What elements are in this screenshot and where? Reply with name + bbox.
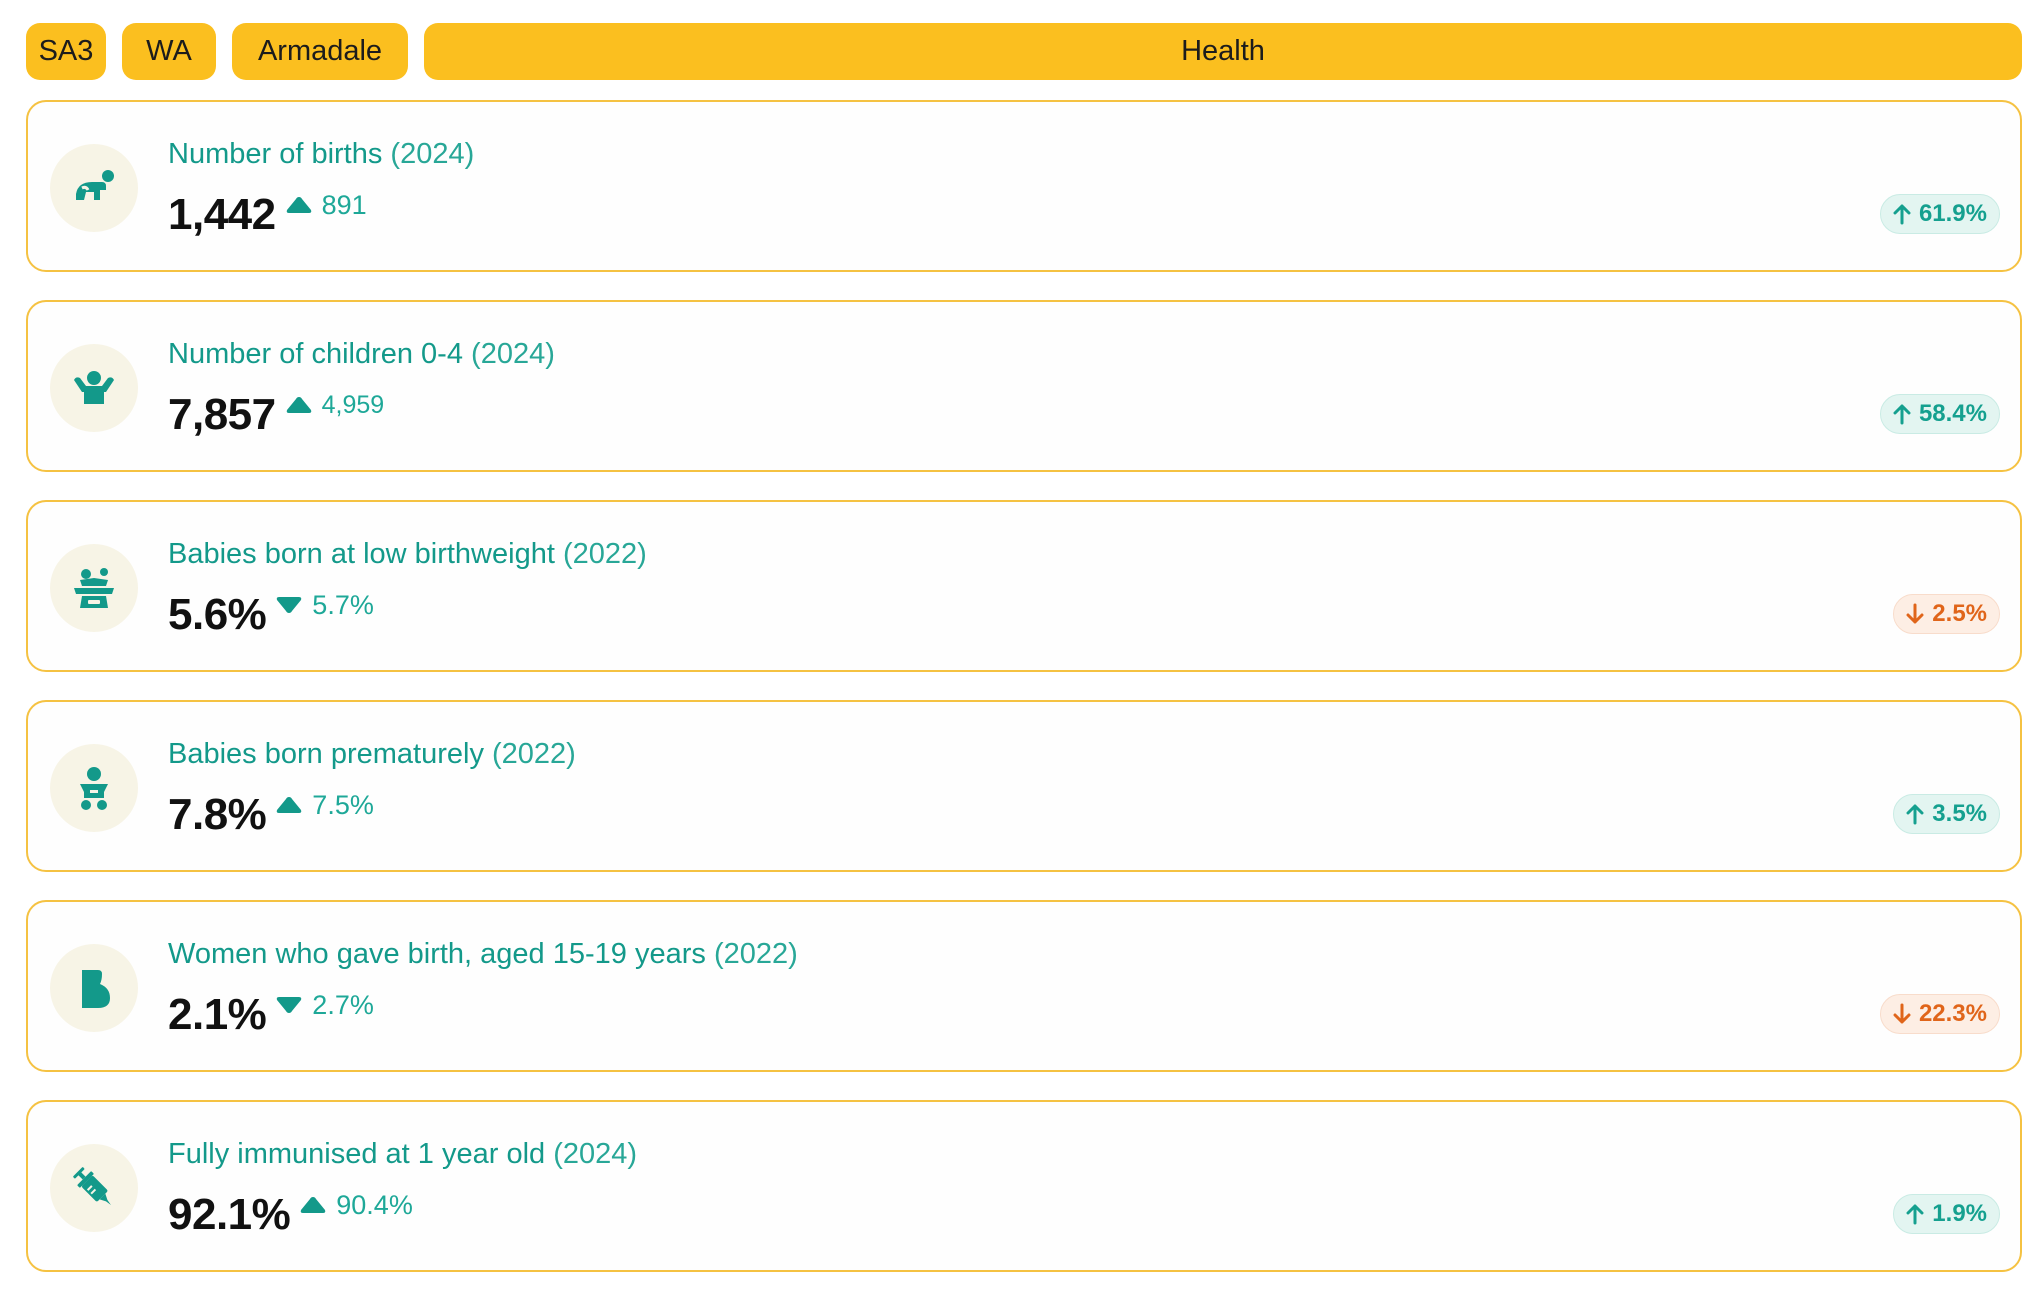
comparison-value: 7.5% [312, 789, 374, 820]
metric-title: Number of children 0-4 (2024) [168, 338, 555, 371]
arrow-up-icon [1906, 804, 1924, 825]
metric-value-row: 7.8% 7.5% [168, 790, 374, 840]
metric-label: Women who gave birth, aged 15-19 years [168, 938, 706, 970]
triangle-down-icon [277, 597, 302, 613]
metric-icon-circle [50, 344, 138, 432]
comparison-value: 5.7% [312, 589, 374, 620]
metric-icon-circle [50, 944, 138, 1032]
change-badge: 22.3% [1879, 994, 2000, 1034]
triangle-up-icon [277, 797, 302, 813]
metric-value: 5.6% [168, 590, 267, 639]
metric-title: Fully immunised at 1 year old (2024) [168, 1138, 637, 1171]
metric-icon-circle [50, 1144, 138, 1232]
triangle-up-icon [301, 1197, 326, 1213]
metric-value-row: 1,442 891 [168, 190, 367, 240]
comparison-value: 90.4% [336, 1189, 413, 1220]
arrow-up-icon [1906, 1204, 1924, 1225]
change-value: 1.9% [1932, 1200, 1987, 1227]
comparison: 891 [284, 190, 367, 221]
breadcrumb-state[interactable]: WA [122, 23, 216, 80]
arrow-down-icon [1906, 603, 1924, 624]
comparison: 7.5% [274, 790, 374, 821]
breadcrumb-region[interactable]: Armadale [232, 23, 408, 80]
change-value: 22.3% [1918, 1000, 1987, 1027]
metric-value: 7,857 [168, 390, 276, 439]
triangle-up-icon [286, 197, 311, 213]
comparison-value: 2.7% [312, 989, 374, 1020]
metric-year: (2022) [713, 938, 798, 970]
metric-card[interactable]: Babies born prematurely (2022) 7.8% 7.5%… [26, 700, 2022, 872]
metric-label: Babies born at low birthweight [168, 538, 555, 570]
metric-label: Number of children 0-4 [168, 338, 463, 370]
arrow-up-icon [1893, 204, 1911, 225]
change-badge: 61.9% [1879, 194, 2000, 234]
metric-year: (2022) [492, 738, 576, 770]
breadcrumb-level-sa3[interactable]: SA3 [26, 23, 106, 80]
metric-value: 7.8% [168, 790, 267, 839]
metric-title: Women who gave birth, aged 15-19 years (… [168, 938, 798, 971]
metric-value-row: 7,857 4,959 [168, 390, 384, 440]
syringe-icon [73, 1167, 111, 1205]
metric-card-list: Number of births (2024) 1,442 891 61.9% … [26, 100, 2022, 1300]
metric-label: Fully immunised at 1 year old [168, 1138, 546, 1170]
crawling-baby-icon [76, 170, 114, 200]
arrow-down-icon [1893, 1003, 1911, 1024]
metric-year: (2024) [471, 338, 555, 370]
change-badge: 1.9% [1893, 1194, 2000, 1234]
comparison: 2.7% [274, 990, 374, 1021]
metric-label: Number of births [168, 138, 383, 170]
baby-icon [80, 767, 108, 810]
change-badge: 3.5% [1893, 794, 2000, 834]
comparison: 90.4% [298, 1190, 413, 1221]
change-value: 58.4% [1918, 400, 1987, 427]
change-badge: 58.4% [1879, 394, 2000, 434]
comparison: 4,959 [284, 390, 385, 420]
metric-value: 2.1% [168, 990, 267, 1039]
comparison: 5.7% [274, 590, 374, 621]
metric-year: (2024) [553, 1138, 638, 1170]
metric-value-row: 5.6% 5.7% [168, 590, 374, 640]
triangle-up-icon [286, 397, 311, 413]
comparison-value: 891 [321, 189, 367, 220]
metric-value: 92.1% [168, 1190, 291, 1239]
metric-title: Babies born prematurely (2022) [168, 738, 576, 771]
breadcrumb: SA3 WA Armadale Health [26, 23, 2022, 80]
change-value: 61.9% [1918, 200, 1987, 227]
metric-title: Babies born at low birthweight (2022) [168, 538, 647, 571]
change-value: 3.5% [1932, 800, 1987, 827]
metric-year: (2024) [390, 138, 475, 170]
metric-card[interactable]: Women who gave birth, aged 15-19 years (… [26, 900, 2022, 1072]
metric-card[interactable]: Number of children 0-4 (2024) 7,857 4,95… [26, 300, 2022, 472]
change-badge: 2.5% [1893, 594, 2000, 634]
baby-scale-icon [74, 568, 114, 608]
breadcrumb-topic[interactable]: Health [424, 23, 2022, 80]
metric-card[interactable]: Number of births (2024) 1,442 891 61.9% [26, 100, 2022, 272]
metric-icon-circle [50, 744, 138, 832]
comparison-value: 4,959 [321, 390, 385, 419]
metric-icon-circle [50, 144, 138, 232]
pregnant-belly-icon [82, 970, 110, 1008]
metric-year: (2022) [562, 538, 647, 570]
change-value: 2.5% [1932, 600, 1987, 627]
triangle-down-icon [277, 997, 302, 1013]
metric-title: Number of births (2024) [168, 138, 474, 171]
metric-value-row: 2.1% 2.7% [168, 990, 374, 1040]
metric-value: 1,442 [168, 190, 276, 239]
child-arms-up-icon [74, 371, 114, 404]
metric-card[interactable]: Fully immunised at 1 year old (2024) 92.… [26, 1100, 2022, 1272]
metric-card[interactable]: Babies born at low birthweight (2022) 5.… [26, 500, 2022, 672]
metric-value-row: 92.1% 90.4% [168, 1190, 413, 1240]
metric-label: Babies born prematurely [168, 738, 484, 770]
arrow-up-icon [1893, 404, 1911, 425]
metric-icon-circle [50, 544, 138, 632]
